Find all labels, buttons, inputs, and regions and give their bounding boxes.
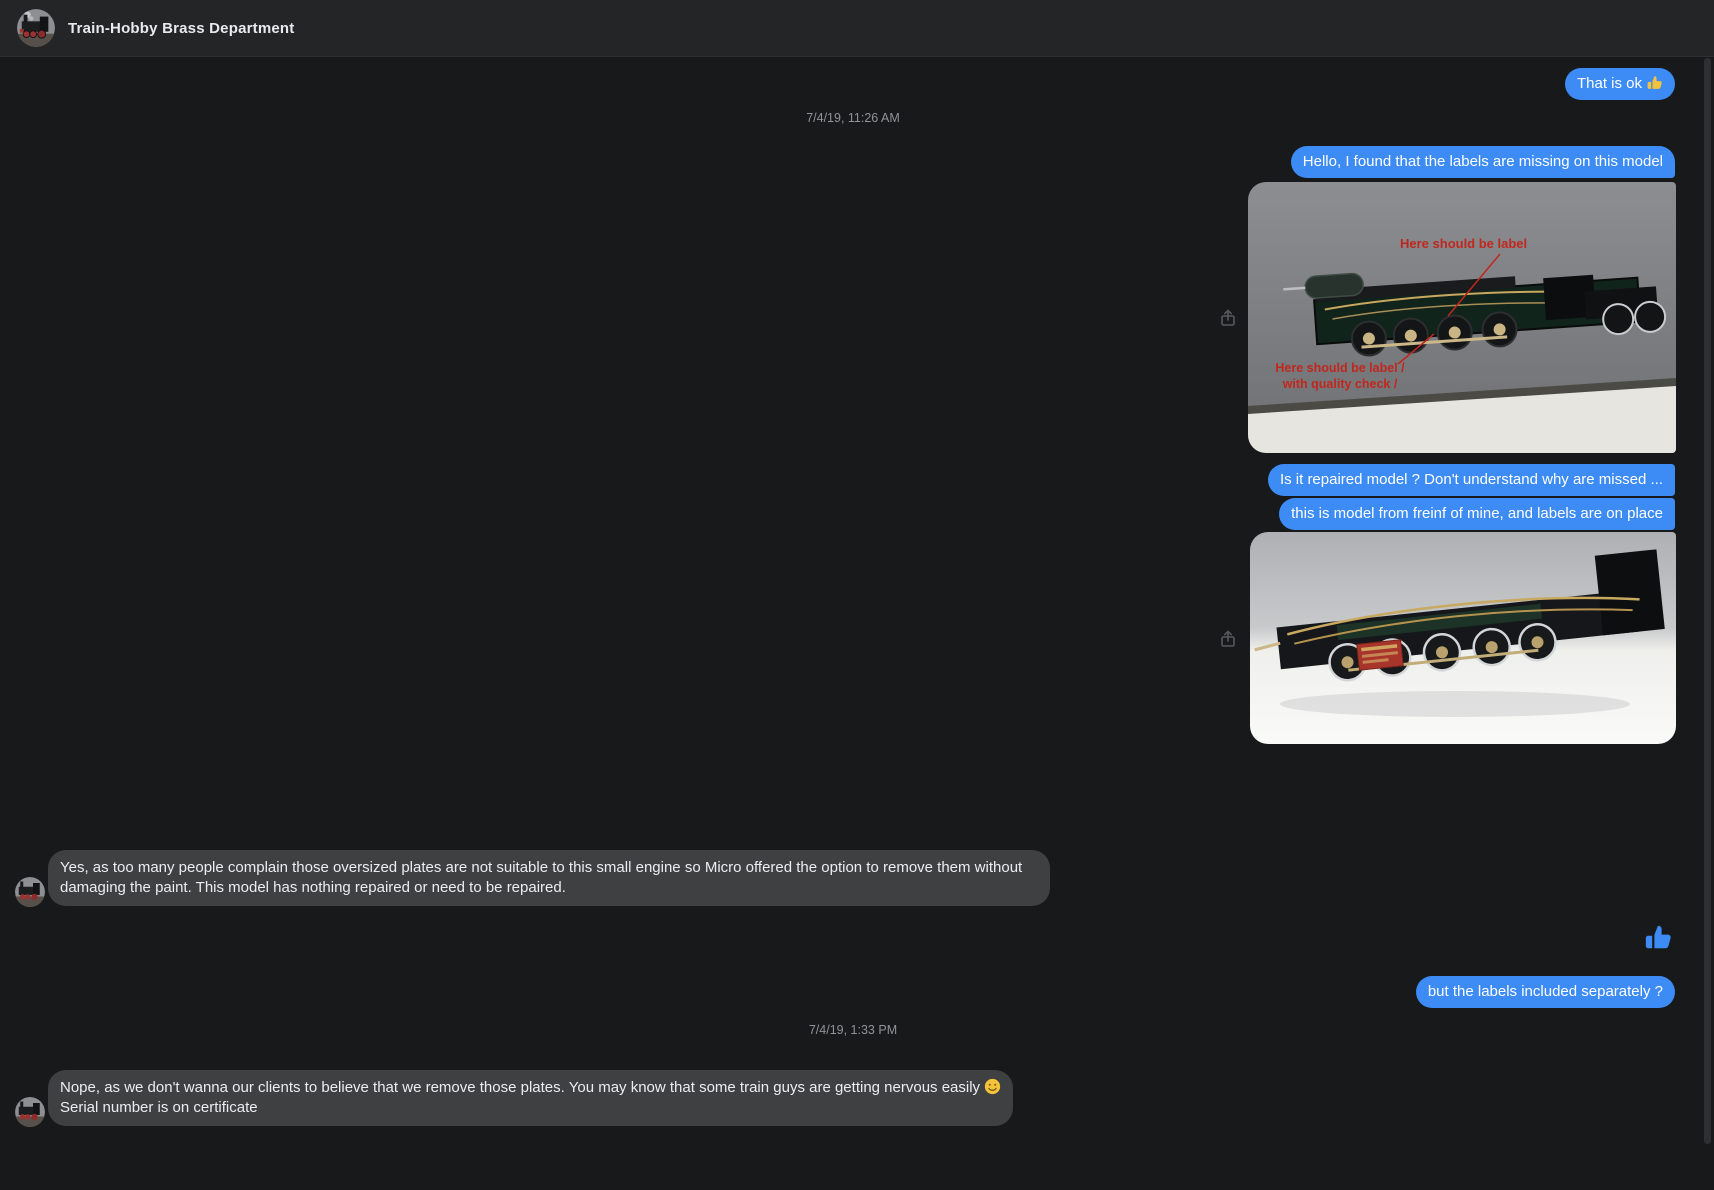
annotation-bottom-line1: Here should be label / — [1275, 361, 1405, 375]
train-avatar-icon — [15, 877, 45, 907]
slightly-smiling-face-emoji — [984, 1078, 1001, 1095]
messenger-window: Train-Hobby Brass Department That is ok … — [0, 0, 1714, 1190]
timestamp: 7/4/19, 1:33 PM — [0, 1023, 1706, 1037]
thumbs-up-emoji — [1646, 74, 1663, 91]
photo-message-friend-model[interactable] — [1250, 532, 1676, 744]
message-text: That is ok — [1577, 75, 1642, 92]
timestamp: 7/4/19, 11:26 AM — [0, 111, 1706, 125]
message-bubble-sent: Hello, I found that the labels are missi… — [1291, 146, 1675, 178]
share-icon[interactable] — [1218, 629, 1238, 649]
message-text: Nope, as we don't wanna our clients to b… — [60, 1079, 980, 1096]
message-bubble-sent: Is it repaired model ? Don't understand … — [1268, 464, 1675, 496]
sender-avatar[interactable] — [15, 877, 45, 907]
conversation-avatar[interactable] — [17, 9, 55, 47]
red-maker-plate — [1357, 640, 1403, 670]
message-bubble-sent: That is ok — [1565, 68, 1675, 100]
message-bubble-received: Yes, as too many people complain those o… — [48, 850, 1050, 906]
message-line-1: Nope, as we don't wanna our clients to b… — [60, 1078, 1001, 1098]
train-with-labels-photo — [1250, 532, 1676, 744]
message-bubble-sent: this is model from freinf of mine, and l… — [1279, 498, 1675, 530]
scrollbar[interactable] — [1704, 58, 1711, 1144]
share-icon[interactable] — [1218, 308, 1238, 328]
sender-avatar[interactable] — [15, 1097, 45, 1127]
conversation-header: Train-Hobby Brass Department — [0, 0, 1714, 57]
annotation-top: Here should be label — [1400, 236, 1527, 251]
message-bubble-received: Nope, as we don't wanna our clients to b… — [48, 1070, 1013, 1126]
conversation-title[interactable]: Train-Hobby Brass Department — [68, 20, 294, 37]
message-line-2: Serial number is on certificate — [60, 1098, 1001, 1118]
thumbs-up-message — [1643, 922, 1673, 952]
annotation-bottom-line2: with quality check / — [1282, 377, 1398, 391]
train-avatar-icon — [15, 1097, 45, 1127]
train-avatar-icon — [17, 9, 55, 47]
photo-message-missing-labels[interactable]: Here should be label Here should be labe… — [1248, 182, 1676, 453]
message-bubble-sent: but the labels included separately ? — [1416, 976, 1675, 1008]
composer-bar: GIF — [0, 1140, 1714, 1190]
train-underside-photo: Here should be label Here should be labe… — [1248, 182, 1676, 453]
